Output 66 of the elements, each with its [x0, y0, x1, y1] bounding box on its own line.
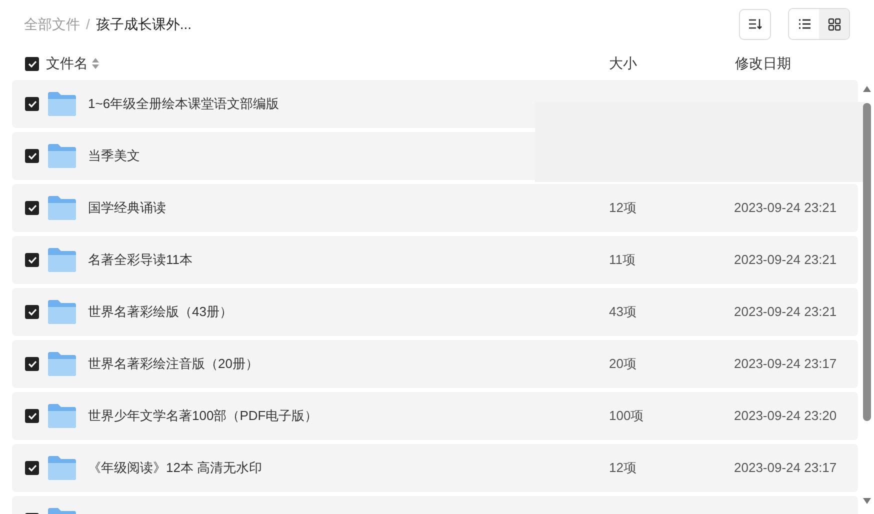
checkbox[interactable]: [25, 97, 39, 111]
check-icon: [28, 412, 36, 420]
file-size: 11项: [609, 252, 636, 267]
checkbox[interactable]: [25, 461, 39, 475]
check-icon: [28, 100, 36, 108]
file-size: 100项: [609, 408, 644, 423]
modified-date: 2023-09-24 23:21: [734, 304, 837, 319]
column-header[interactable]: 修改日期: [735, 53, 791, 74]
check-icon: [28, 308, 36, 316]
file-name[interactable]: 世界少年文学名著100部（PDF电子版）: [88, 408, 318, 423]
file-size: 12项: [609, 460, 636, 475]
scroll-thumb[interactable]: [863, 103, 871, 421]
checkbox[interactable]: [25, 357, 39, 371]
breadcrumb-separator: /: [86, 14, 90, 34]
modified-date: 2023-09-24 23:17: [734, 460, 837, 475]
file-name[interactable]: 国学经典诵读: [88, 200, 166, 215]
file-row[interactable]: 世界少年文学名著100部（PDF电子版） 100项 2023-09-24 23:20: [12, 392, 858, 440]
grid-view-icon: [828, 18, 840, 30]
check-icon: [28, 256, 36, 264]
column-header[interactable]: 大小: [609, 53, 637, 74]
checkbox[interactable]: [25, 149, 39, 163]
check-icon: [28, 360, 36, 368]
modified-date: 2023-09-24 23:20: [734, 408, 837, 423]
sort-button[interactable]: [739, 8, 771, 40]
folder-icon: [47, 91, 77, 117]
file-name[interactable]: 当季美文: [88, 148, 140, 163]
checkbox[interactable]: [25, 409, 39, 423]
folder-icon: [47, 403, 77, 429]
file-row[interactable]: 世界名著彩绘注音版（20册） 20项 2023-09-24 23:17: [12, 340, 858, 388]
file-size: 20项: [609, 356, 636, 371]
modified-date: 2023-09-24 23:17: [734, 356, 837, 371]
modified-date: 2023-09-24 23:21: [734, 252, 837, 267]
modified-date: 2023-09-24 23:21: [734, 200, 837, 215]
grid-view-button[interactable]: [819, 9, 849, 39]
checkbox[interactable]: [25, 57, 39, 71]
sort-icon: [748, 18, 762, 30]
checkbox[interactable]: [25, 201, 39, 215]
check-icon: [28, 204, 36, 212]
folder-icon: [47, 247, 77, 273]
file-row[interactable]: 《年级阅读》12本 高清无水印 12项 2023-09-24 23:17: [12, 444, 858, 492]
scroll-down-icon: [863, 498, 871, 504]
check-icon: [28, 60, 36, 68]
checkbox[interactable]: [25, 253, 39, 267]
folder-icon: [47, 143, 77, 169]
file-name[interactable]: 《年级阅读》12本 高清无水印: [88, 460, 262, 475]
folder-icon: [47, 351, 77, 377]
file-name[interactable]: 世界名著彩绘注音版（20册）: [88, 356, 258, 371]
list-view-icon: [798, 18, 810, 30]
folder-icon: [47, 455, 77, 481]
breadcrumb-current: 孩子成长课外...: [96, 14, 192, 34]
folder-icon: [47, 299, 77, 325]
file-name[interactable]: 名著全彩导读11本: [88, 252, 192, 267]
file-name[interactable]: 世界名著彩绘版（43册）: [88, 304, 232, 319]
file-row[interactable]: 名著全彩导读11本 11项 2023-09-24 23:21: [12, 236, 858, 284]
check-icon: [28, 464, 36, 472]
column-header[interactable]: 文件名: [46, 53, 99, 74]
check-icon: [28, 152, 36, 160]
file-row[interactable]: 世界名著彩绘版（43册） 43项 2023-09-24 23:21: [12, 288, 858, 336]
file-size: 43项: [609, 304, 636, 319]
folder-icon: [47, 195, 77, 221]
scroll-up-icon: [863, 86, 871, 92]
file-name[interactable]: 1~6年级全册绘本课堂语文部编版: [88, 96, 280, 111]
file-size: 12项: [609, 200, 636, 215]
sort-arrows-icon[interactable]: [92, 58, 99, 69]
checkbox[interactable]: [25, 305, 39, 319]
file-row[interactable]: 国学经典诵读 12项 2023-09-24 23:21: [12, 184, 858, 232]
